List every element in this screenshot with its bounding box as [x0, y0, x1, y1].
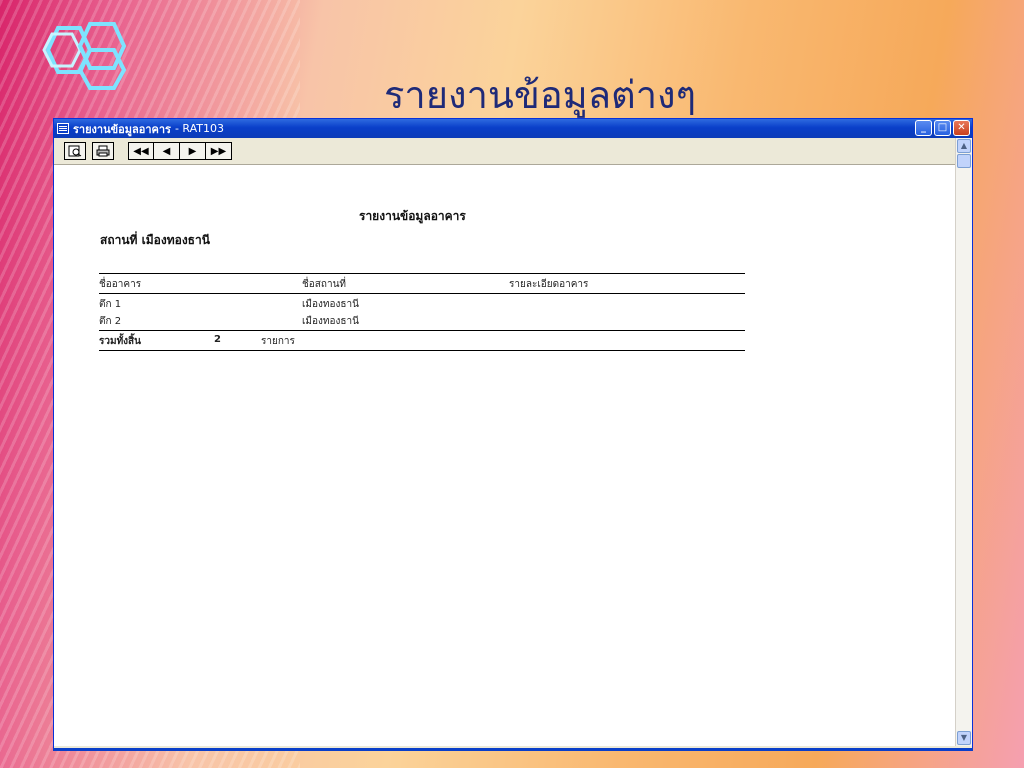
- column-header-place: ชื่อสถานที่: [302, 279, 346, 290]
- previous-page-button[interactable]: ◀: [154, 142, 180, 160]
- table-header-row: ชื่ออาคาร ชื่อสถานที่ รายละเอียดอาคาร: [99, 274, 745, 293]
- print-button[interactable]: [92, 142, 114, 160]
- window-subtitle: - RAT103: [174, 122, 225, 135]
- report-table: ชื่ออาคาร ชื่อสถานที่ รายละเอียดอาคาร ตึ…: [99, 273, 745, 351]
- scroll-thumb[interactable]: [957, 154, 971, 168]
- cell-building: ตึก 2: [99, 316, 122, 327]
- cell-place: เมืองทองธานี: [302, 316, 359, 327]
- report-page: รายงานข้อมูลอาคาร สถานที่ เมืองทองธานี ช…: [54, 165, 955, 746]
- report-title: รายงานข้อมูลอาคาร: [359, 209, 466, 223]
- table-bottom-rule: [99, 350, 745, 351]
- report-window: รายงานข้อมูลอาคาร - RAT103 _ □ ✕ ◀◀ ◀ ▶ …: [53, 118, 973, 751]
- last-page-button[interactable]: ▶▶: [206, 142, 232, 160]
- scroll-down-icon[interactable]: ▼: [957, 731, 971, 745]
- report-window-icon: [57, 123, 69, 134]
- cell-place: เมืองทองธานี: [302, 299, 359, 310]
- total-label: รวมทั้งสิ้น: [99, 336, 141, 347]
- table-row: ตึก 2 เมืองทองธานี: [99, 313, 745, 330]
- close-button[interactable]: ✕: [953, 120, 970, 136]
- report-toolbar: ◀◀ ◀ ▶ ▶▶: [54, 138, 972, 165]
- preview-icon: [68, 145, 82, 157]
- hexagon-logo-icon: [42, 22, 127, 90]
- first-page-button[interactable]: ◀◀: [128, 142, 154, 160]
- total-unit: รายการ: [261, 336, 295, 347]
- table-total-row: รวมทั้งสิ้น 2 รายการ: [99, 331, 745, 350]
- record-navigation: ◀◀ ◀ ▶ ▶▶: [128, 142, 232, 160]
- printer-icon: [96, 145, 110, 157]
- next-page-button[interactable]: ▶: [180, 142, 206, 160]
- report-place-label: สถานที่ เมืองทองธานี: [100, 233, 210, 247]
- total-count: 2: [214, 334, 221, 345]
- window-bottom-border: [53, 748, 973, 751]
- scroll-up-icon[interactable]: ▲: [957, 139, 971, 153]
- restore-button[interactable]: □: [934, 120, 951, 136]
- minimize-button[interactable]: _: [915, 120, 932, 136]
- cell-building: ตึก 1: [99, 299, 122, 310]
- window-titlebar[interactable]: รายงานข้อมูลอาคาร - RAT103 _ □ ✕: [54, 119, 972, 138]
- column-header-detail: รายละเอียดอาคาร: [509, 279, 589, 290]
- vertical-scrollbar[interactable]: ▲ ▼: [955, 138, 972, 746]
- window-title: รายงานข้อมูลอาคาร: [73, 122, 171, 136]
- table-row: ตึก 1 เมืองทองธานี: [99, 294, 745, 313]
- print-preview-button[interactable]: [64, 142, 86, 160]
- column-header-building: ชื่ออาคาร: [99, 279, 142, 290]
- slide-title: รายงานข้อมูลต่างๆ: [384, 73, 696, 117]
